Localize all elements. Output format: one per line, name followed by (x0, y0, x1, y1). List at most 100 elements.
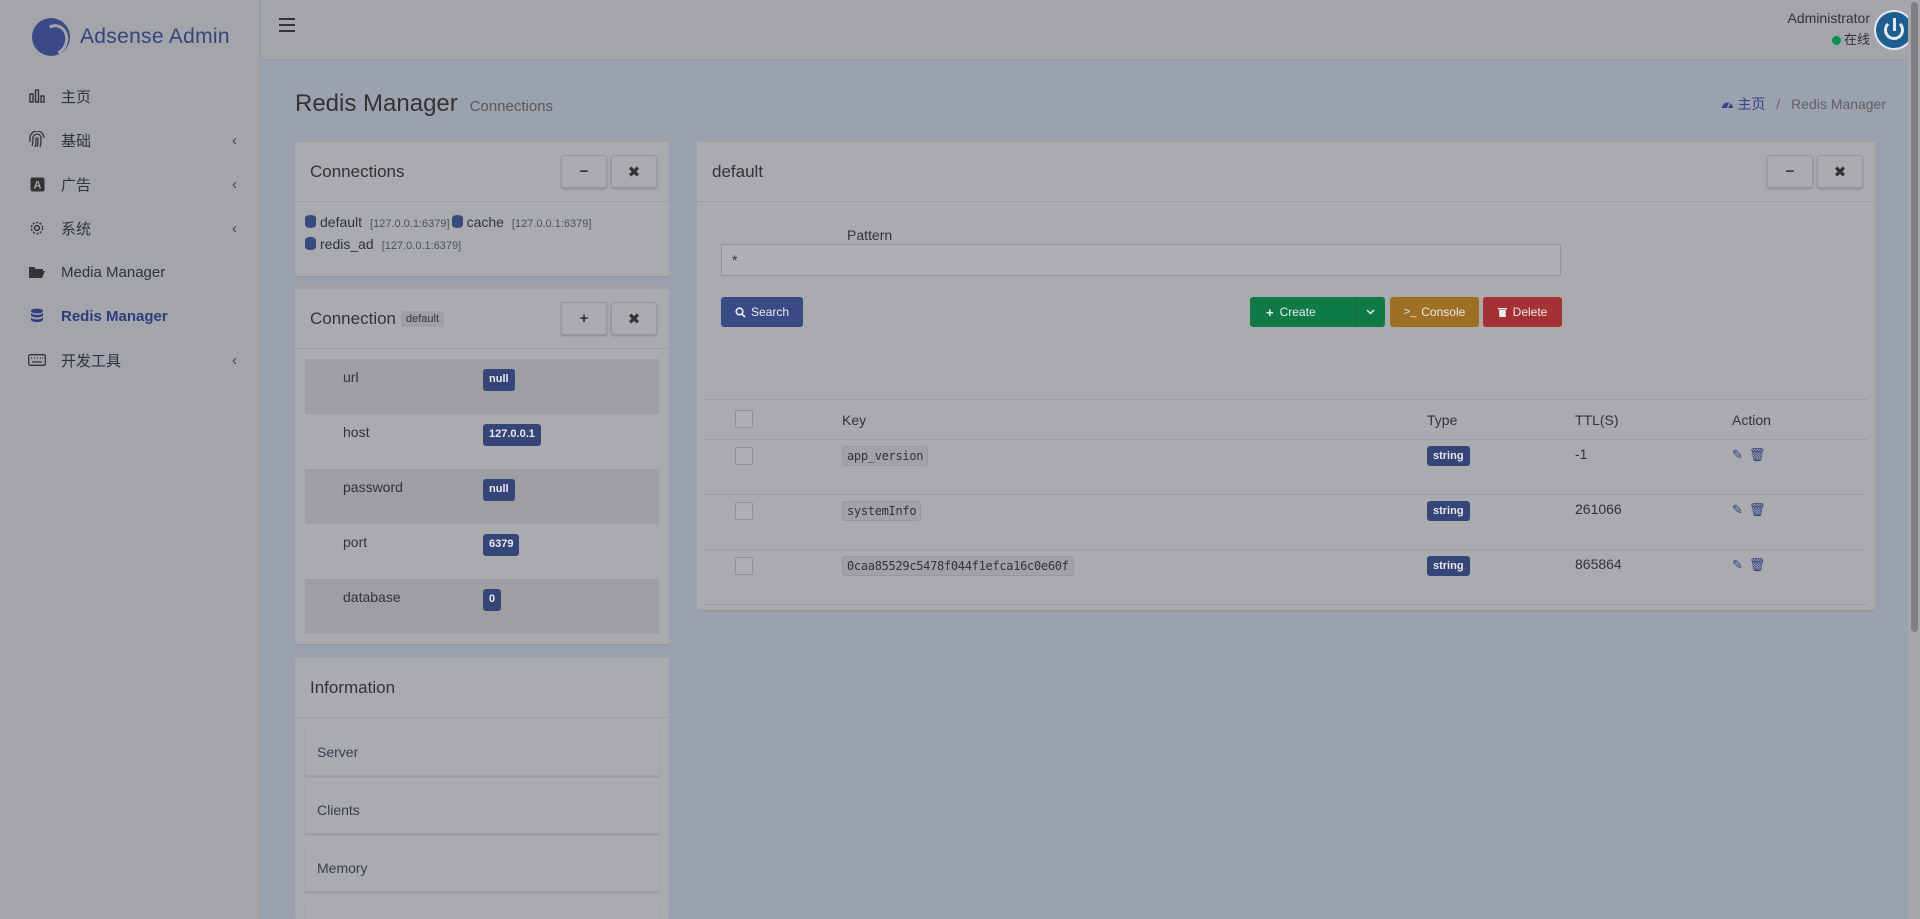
svg-text:A: A (33, 179, 41, 191)
sidebar-item-media-manager[interactable]: Media Manager (0, 250, 259, 294)
console-button-label: Console (1421, 305, 1466, 319)
sidebar-item-label: 主页 (61, 88, 92, 106)
config-value-badge: 6379 (483, 534, 520, 556)
breadcrumb-home[interactable]: 主页 (1721, 96, 1770, 112)
search-icon (735, 306, 746, 318)
keys-box-title: default (712, 161, 764, 181)
collapse-button[interactable]: − (1767, 155, 1813, 188)
content-header: Redis Manager Connections (295, 90, 553, 118)
sidebar-item-label: Redis Manager (61, 307, 168, 325)
connection-row-database: database 0 (305, 579, 659, 634)
keys-table: Key Type TTL(S) Action app_version strin… (705, 399, 1867, 605)
config-value-badge: 127.0.0.1 (483, 424, 541, 446)
key-name[interactable]: app_version (842, 446, 929, 466)
row-checkbox[interactable] (735, 447, 753, 465)
sidebar-item-home[interactable]: 主页 (0, 74, 259, 118)
sidebar-item-label: 开发工具 (61, 352, 122, 370)
remove-button[interactable]: ✖ (1817, 155, 1863, 188)
console-button[interactable]: >_ Console (1390, 297, 1479, 327)
expand-button[interactable]: + (561, 302, 607, 335)
chevron-left-icon: ‹ (232, 132, 237, 149)
config-key: host (343, 424, 370, 440)
create-button[interactable]: + Create (1250, 297, 1385, 327)
edit-icon[interactable]: ✎ (1732, 502, 1743, 517)
keys-table-header: Key Type TTL(S) Action (705, 399, 1867, 440)
sidebar-item-system[interactable]: 系统 ‹ (0, 206, 259, 250)
remove-button[interactable]: ✖ (611, 155, 657, 188)
user-menu[interactable]: Administrator 在线 (1788, 10, 1870, 48)
gear-icon (27, 218, 47, 238)
sidebar-item-ads[interactable]: A 广告 ‹ (0, 162, 259, 206)
trash-icon[interactable]: 🗑 (1749, 557, 1766, 572)
connection-details: url null host 127.0.0.1 password null port 6… (295, 349, 669, 634)
ttl-value: 865864 (1575, 549, 1732, 605)
trash-icon (1497, 308, 1507, 317)
table-row: 0caa85529c5478f044f1efca16c0e60f string … (705, 549, 1867, 605)
connection-link-cache[interactable]: cache [127.0.0.1:6379] (451, 214, 592, 230)
sidebar-item-label: 基础 (61, 132, 92, 150)
app-title: Adsense Admin (80, 25, 230, 48)
row-checkbox[interactable] (735, 502, 753, 520)
keyboard-icon (27, 350, 47, 370)
sidebar: Adsense Admin 主页 基础 ‹ A 广告 ‹ 系统 ‹ Media … (0, 0, 260, 919)
page-scrollbar[interactable] (1908, 0, 1920, 919)
select-all-checkbox[interactable] (735, 409, 753, 428)
connection-box: Connection default + ✖ url null host 127.0… (295, 286, 669, 644)
info-panel-clients[interactable]: Clients (305, 784, 659, 834)
search-button-label: Search (750, 305, 790, 319)
hamburger-menu-icon[interactable] (279, 18, 295, 32)
connection-row-host: host 127.0.0.1 (305, 414, 659, 469)
row-checkbox[interactable] (735, 557, 753, 575)
connection-link-redis-ad[interactable]: redis_ad [127.0.0.1:6379] (305, 236, 461, 252)
scrollbar-thumb[interactable] (1911, 2, 1918, 632)
fingerprint-icon (27, 130, 47, 150)
chevron-left-icon: ‹ (232, 176, 237, 193)
edit-icon[interactable]: ✎ (1732, 447, 1743, 462)
info-panel-persistence[interactable]: Persistence (305, 900, 659, 919)
connection-box-header: Connection default + ✖ (295, 289, 669, 349)
database-icon (27, 306, 47, 326)
remove-button[interactable]: ✖ (611, 302, 657, 335)
connection-address: [127.0.0.1:6379] (511, 218, 592, 230)
keys-box-header: default − ✖ (697, 142, 1875, 202)
connection-row-password: password null (305, 469, 659, 524)
pattern-input[interactable] (721, 244, 1561, 276)
app-logo (32, 18, 70, 56)
trash-icon[interactable]: 🗑 (1749, 447, 1766, 462)
column-header-type[interactable]: Type (1427, 399, 1575, 440)
sidebar-item-basic[interactable]: 基础 ‹ (0, 118, 259, 162)
box-tools: − ✖ (561, 155, 657, 188)
trash-icon[interactable]: 🗑 (1749, 502, 1766, 517)
key-name[interactable]: 0caa85529c5478f044f1efca16c0e60f (842, 556, 1074, 576)
information-box: Information Server Clients Memory Persis… (295, 655, 669, 919)
edit-icon[interactable]: ✎ (1732, 557, 1743, 572)
ttl-value: -1 (1575, 439, 1732, 495)
connection-address: [127.0.0.1:6379] (370, 218, 450, 230)
config-key: port (343, 534, 368, 550)
ttl-value: 261066 (1575, 494, 1732, 550)
column-header-action: Action (1732, 399, 1867, 440)
search-button[interactable]: Search (721, 297, 803, 327)
sidebar-item-dev-tools[interactable]: 开发工具 ‹ (0, 338, 259, 382)
breadcrumb-home-label: 主页 (1737, 96, 1766, 112)
column-header-ttl[interactable]: TTL(S) (1575, 399, 1732, 440)
info-panel-memory[interactable]: Memory (305, 842, 659, 892)
chevron-down-icon (1366, 309, 1375, 315)
connection-link-default[interactable]: default [127.0.0.1:6379] (305, 214, 450, 230)
connection-address: [127.0.0.1:6379] (381, 240, 462, 252)
brand[interactable]: Adsense Admin (0, 0, 259, 74)
create-dropdown-toggle[interactable] (1355, 297, 1385, 327)
delete-button[interactable]: Delete (1483, 297, 1562, 327)
select-all-cell (705, 399, 842, 440)
database-icon (305, 215, 316, 228)
database-icon (305, 237, 316, 250)
key-name[interactable]: systemInfo (842, 501, 922, 521)
info-panel-server[interactable]: Server (305, 726, 659, 776)
user-status: 在线 (1788, 29, 1870, 48)
breadcrumb-separator: / (1776, 96, 1781, 112)
sidebar-item-redis-manager[interactable]: Redis Manager (0, 294, 259, 338)
font-a-icon: A (27, 174, 47, 194)
column-header-key[interactable]: Key (842, 399, 1427, 440)
collapse-button[interactable]: − (561, 155, 607, 188)
connection-name: redis_ad (320, 236, 374, 252)
